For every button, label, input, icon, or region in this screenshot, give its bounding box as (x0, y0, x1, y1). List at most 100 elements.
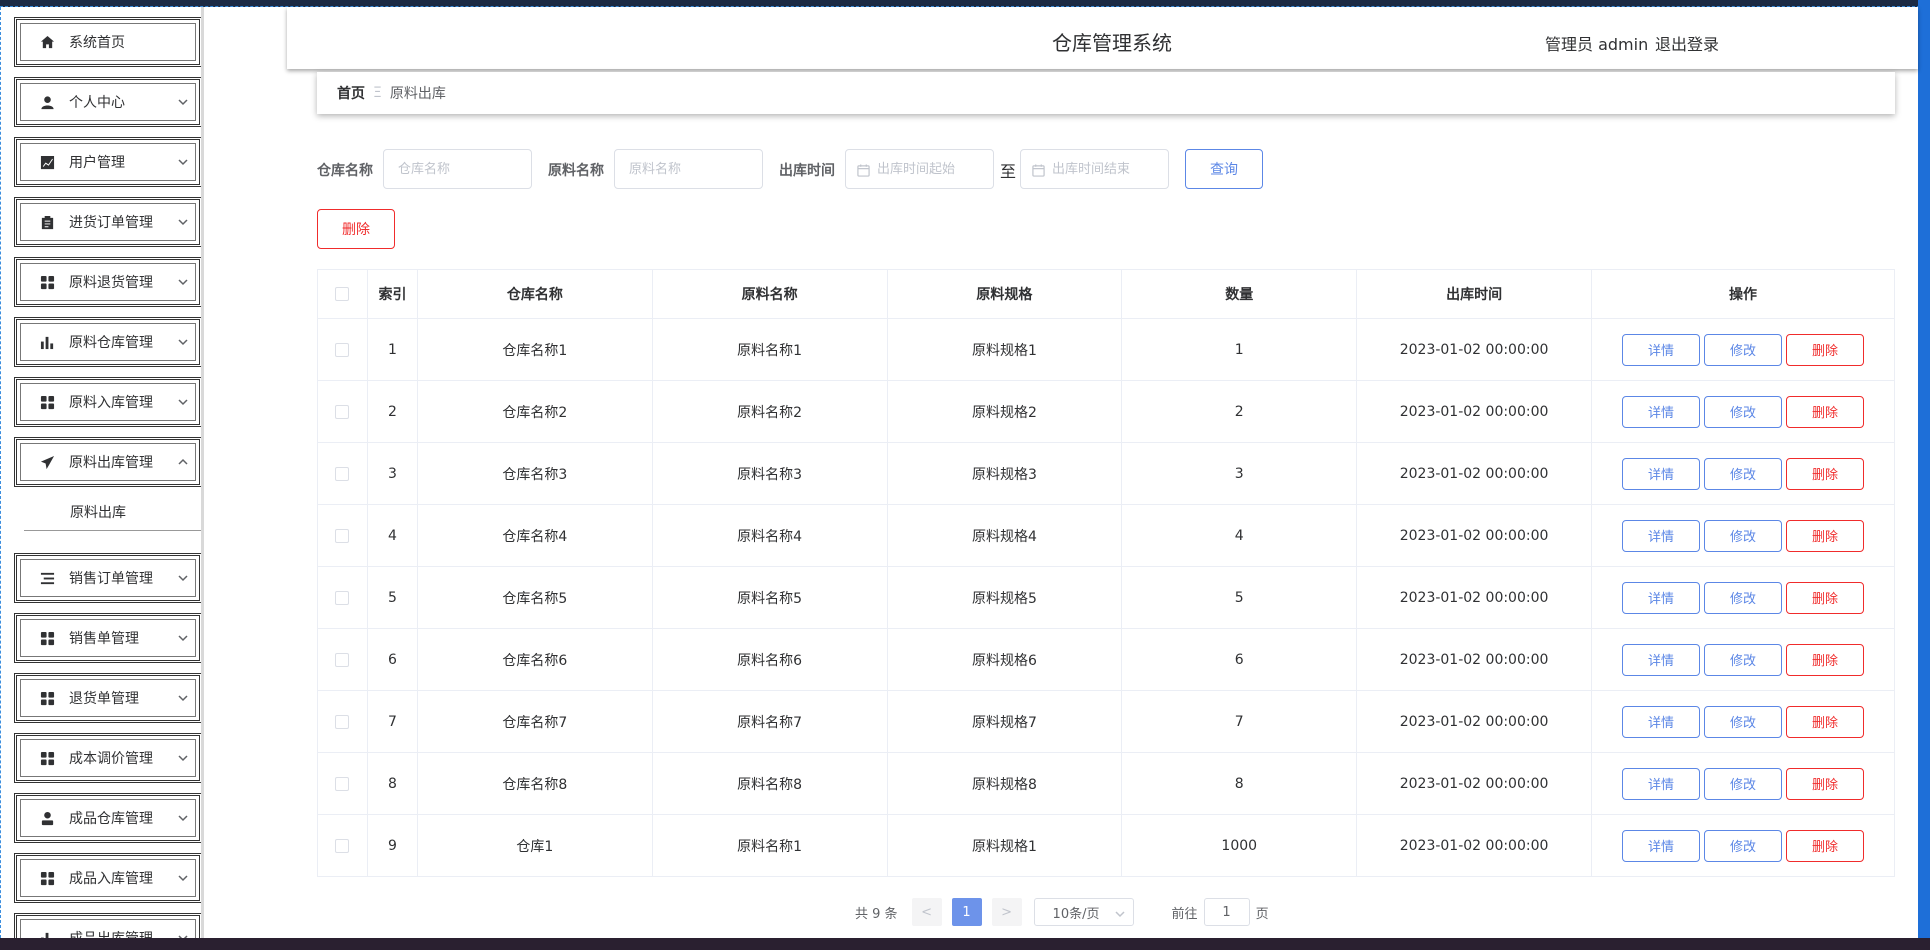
sidebar-item-3[interactable]: 用户管理 (14, 137, 201, 187)
actions-cell: 详情 修改 删除 (1591, 814, 1895, 877)
breadcrumb: 首页 Ξ 原料出库 (317, 72, 1895, 114)
delete-button[interactable]: 删除 (1786, 457, 1864, 490)
chevron-down-icon (177, 156, 189, 168)
table-row: 5 仓库名称5 原料名称5 原料规格5 5 2023-01-02 00:00:00 详情 修改… (317, 566, 1895, 629)
grid-icon (39, 690, 55, 706)
column-header: 数量 (1121, 269, 1358, 319)
sidebar-item-9[interactable]: 销售订单管理 (14, 553, 201, 603)
edit-button[interactable]: 修改 (1704, 333, 1782, 366)
warehouse-name-input[interactable] (383, 149, 532, 189)
person-icon (39, 810, 55, 826)
edit-button[interactable]: 修改 (1704, 519, 1782, 552)
sidebar-item-14[interactable]: 成品入库管理 (14, 853, 201, 903)
table-cell: 原料规格5 (886, 566, 1123, 629)
row-checkbox[interactable] (335, 714, 350, 729)
sidebar-item-2[interactable]: 个人中心 (14, 77, 201, 127)
next-page-button[interactable]: > (991, 898, 1022, 926)
table-cell: 仓库名称3 (416, 442, 653, 505)
table-cell: 仓库名称8 (416, 752, 653, 815)
row-checkbox[interactable] (335, 652, 350, 667)
detail-button[interactable]: 详情 (1622, 457, 1700, 490)
detail-button[interactable]: 详情 (1622, 581, 1700, 614)
prev-page-button[interactable]: < (911, 898, 942, 926)
detail-button[interactable]: 详情 (1622, 643, 1700, 676)
column-header: 仓库名称 (416, 269, 653, 319)
table-cell: 1 (366, 318, 418, 381)
bar-chart-icon (39, 334, 55, 350)
table-cell: 2023-01-02 00:00:00 (1356, 504, 1592, 567)
outbound-time-label: 出库时间 (779, 163, 835, 179)
table-cell: 5 (1121, 566, 1358, 629)
column-header: 出库时间 (1356, 269, 1592, 319)
window-right-strip (1918, 0, 1930, 938)
sidebar-item-15[interactable]: 成品出库管理 (14, 913, 201, 938)
edit-button[interactable]: 修改 (1704, 767, 1782, 800)
edit-button[interactable]: 修改 (1704, 705, 1782, 738)
detail-button[interactable]: 详情 (1622, 767, 1700, 800)
row-checkbox[interactable] (335, 590, 350, 605)
actions-cell: 详情 修改 删除 (1591, 566, 1895, 629)
sidebar-item-label: 进货订单管理 (69, 215, 153, 231)
sidebar-item-5[interactable]: 原料退货管理 (14, 257, 201, 307)
select-all-checkbox[interactable] (335, 287, 350, 301)
row-select-cell (317, 690, 368, 753)
bar-chart-icon (39, 930, 55, 938)
goto-page-input[interactable] (1203, 898, 1250, 926)
table-cell: 仓库名称5 (416, 566, 653, 629)
detail-button[interactable]: 详情 (1622, 705, 1700, 738)
detail-button[interactable]: 详情 (1622, 395, 1700, 428)
delete-button[interactable]: 删除 (1786, 395, 1864, 428)
batch-delete-button[interactable]: 删除 (317, 209, 395, 249)
sidebar-item-7[interactable]: 原料入库管理 (14, 377, 201, 427)
sidebar-item-11[interactable]: 退货单管理 (14, 673, 201, 723)
taskbar-strip (0, 938, 1930, 950)
detail-button[interactable]: 详情 (1622, 519, 1700, 552)
delete-button[interactable]: 删除 (1786, 643, 1864, 676)
row-select-cell (317, 442, 368, 505)
row-select-cell (317, 566, 368, 629)
submenu-item-material-outbound[interactable]: 原料出库 (24, 495, 201, 531)
detail-button[interactable]: 详情 (1622, 333, 1700, 366)
sidebar-item-6[interactable]: 原料仓库管理 (14, 317, 201, 367)
detail-button[interactable]: 详情 (1622, 829, 1700, 862)
query-button[interactable]: 查询 (1185, 149, 1263, 189)
edit-button[interactable]: 修改 (1704, 457, 1782, 490)
sidebar-item-12[interactable]: 成本调价管理 (14, 733, 201, 783)
row-checkbox[interactable] (335, 776, 350, 791)
row-checkbox[interactable] (335, 342, 350, 357)
table-cell: 7 (366, 690, 418, 753)
table-row: 9 仓库1 原料名称1 原料规格1 1000 2023-01-02 00:00:00 详情修… (317, 814, 1895, 877)
material-name-input[interactable] (614, 149, 763, 189)
table-cell: 原料名称5 (651, 566, 888, 629)
delete-button[interactable]: 删除 (1786, 705, 1864, 738)
user-icon (39, 94, 55, 110)
edit-button[interactable]: 修改 (1704, 581, 1782, 614)
sidebar-item-10[interactable]: 销售单管理 (14, 613, 201, 663)
row-checkbox[interactable] (335, 838, 350, 853)
table-cell: 原料名称8 (651, 752, 888, 815)
edit-button[interactable]: 修改 (1704, 829, 1782, 862)
sidebar-item-8[interactable]: 原料出库管理 (14, 437, 201, 487)
row-checkbox[interactable] (335, 404, 350, 419)
edit-button[interactable]: 修改 (1704, 643, 1782, 676)
top-header: 仓库管理系统 管理员 admin 退出登录 (287, 7, 1918, 69)
logout-link[interactable]: 退出登录 (1655, 31, 1719, 55)
delete-button[interactable]: 删除 (1786, 333, 1864, 366)
page-number-button[interactable]: 1 (951, 898, 982, 926)
sidebar-item-13[interactable]: 成品仓库管理 (14, 793, 201, 843)
delete-button[interactable]: 删除 (1786, 581, 1864, 614)
table-cell: 原料规格1 (886, 814, 1123, 877)
send-icon (39, 454, 55, 470)
delete-button[interactable]: 删除 (1786, 829, 1864, 862)
row-checkbox[interactable] (335, 466, 350, 481)
sidebar-item-1[interactable]: 系统首页 (14, 17, 201, 67)
delete-button[interactable]: 删除 (1786, 767, 1864, 800)
delete-button[interactable]: 删除 (1786, 519, 1864, 552)
row-checkbox[interactable] (335, 528, 350, 543)
edit-button[interactable]: 修改 (1704, 395, 1782, 428)
page-size-select[interactable]: 10条/页 (1033, 898, 1134, 926)
sidebar-item-label: 成品仓库管理 (69, 811, 153, 827)
sidebar-item-4[interactable]: 进货订单管理 (14, 197, 201, 247)
window-top-strip (0, 0, 1930, 7)
breadcrumb-home[interactable]: 首页 (337, 83, 365, 103)
